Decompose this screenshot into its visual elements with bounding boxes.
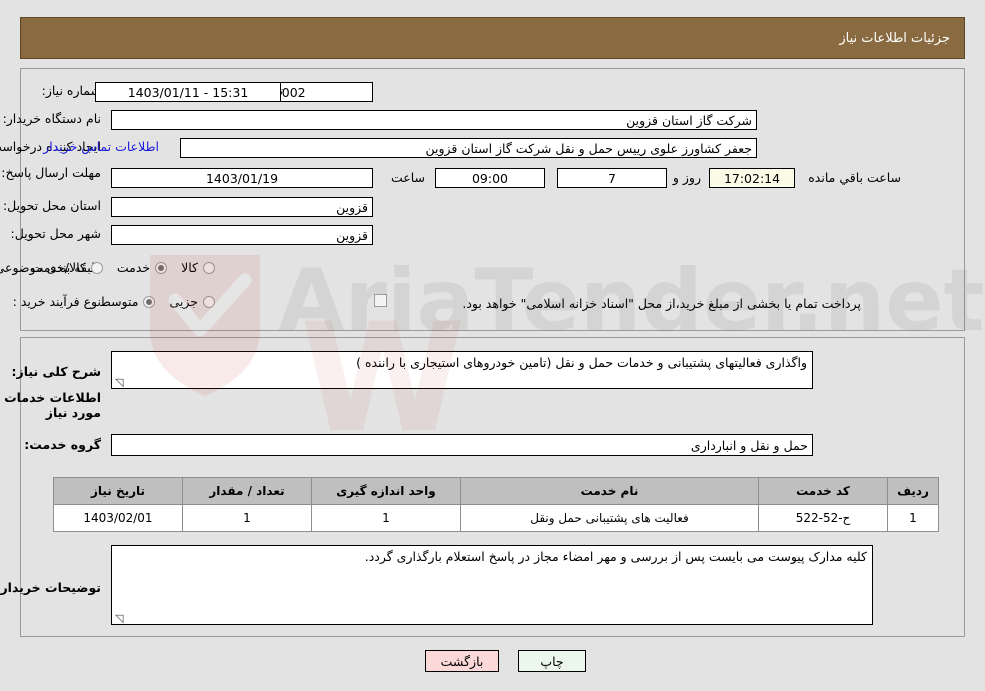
th-unit: واحد اندازه گیری (311, 477, 461, 505)
buyer-contact-link-wrap[interactable]: اطلاعات تماس خریدار (43, 139, 159, 154)
cell-service-name: فعالیت های پشتیبانی حمل ونقل (460, 504, 759, 532)
page-header: جزئیات اطلاعات نیاز (20, 17, 965, 59)
th-service-code: کد خدمت (758, 477, 888, 505)
process-radio-0[interactable] (203, 295, 215, 308)
process-radio-group[interactable]: جزیی متوسط (85, 294, 215, 309)
city-value: قزوین (111, 225, 373, 245)
table-row: 1 ح-52-522 فعالیت های پشتیبانی حمل ونقل … (53, 504, 939, 532)
buyer-notes-value: کلیه مدارک پیوست می بایست پس از بررسی و … (364, 549, 867, 564)
countdown-label-wrap: ساعت باقي مانده (808, 170, 901, 185)
process-option-1[interactable]: متوسط (85, 294, 156, 309)
category-option-1[interactable]: خدمت (103, 260, 168, 275)
deadline-label: مهلت ارسال پاسخ: تا تاریخ: (0, 165, 101, 180)
general-desc-value: واگذاری فعالیتهای پشتیبانی و خدمات حمل و… (356, 355, 807, 370)
cell-row-no: 1 (887, 504, 939, 532)
category-label-1: خدمت (116, 260, 151, 275)
buyer-contact-link[interactable]: اطلاعات تماس خریدار (43, 139, 159, 154)
service-group-label: گروه خدمت: (24, 437, 101, 452)
category-radio-2[interactable] (90, 261, 103, 274)
category-label-2: کالا/خدمت (31, 260, 86, 275)
buyer-org-value: شرکت گاز استان قزوین (111, 110, 757, 130)
public-announce-value: 15:31 - 1403/01/11 (95, 82, 281, 102)
th-quantity: تعداد / مقدار (182, 477, 312, 505)
province-label: استان محل تحویل: (2, 198, 101, 213)
page-root: جزئیات اطلاعات نیاز شماره نیاز: 11030913… (0, 0, 985, 691)
resize-grip-icon[interactable]: ◸ (115, 612, 123, 624)
province-label-wrap: استان محل تحویل: (3, 198, 101, 213)
services-section-title: اطلاعات خدمات مورد نیاز (4, 390, 101, 420)
hour-label: ساعت (390, 170, 425, 185)
services-table: ردیف کد خدمت نام خدمت واحد اندازه گیری ت… (53, 477, 939, 532)
cell-unit: 1 (311, 504, 461, 532)
process-label-0: جزیی (169, 294, 198, 309)
buyer-notes-label: توضیحات خریدار: (0, 580, 101, 595)
back-button[interactable]: بازگشت (425, 650, 499, 672)
category-radio-group[interactable]: کالا خدمت کالا/خدمت (17, 260, 215, 275)
cell-need-date: 1403/02/01 (53, 504, 183, 532)
province-value: قزوین (111, 197, 373, 217)
general-desc-label-wrap: شرح کلی نیاز: (12, 364, 101, 379)
category-option-2[interactable]: کالا/خدمت (17, 260, 103, 275)
category-radio-1[interactable] (155, 261, 168, 274)
hour-value: 09:00 (435, 168, 545, 188)
resize-grip-icon[interactable]: ◸ (115, 376, 123, 388)
creator-value: جعفر کشاورز علوی رییس حمل و نقل شرکت گاز… (180, 138, 757, 158)
general-desc-label: شرح کلی نیاز: (11, 364, 101, 379)
process-label-1: متوسط (99, 294, 139, 309)
buyer-notes-textarea[interactable]: کلیه مدارک پیوست می بایست پس از بررسی و … (111, 545, 873, 625)
category-option-0[interactable]: کالا (167, 260, 215, 275)
buyer-org-label: نام دستگاه خریدار: (2, 111, 101, 126)
th-service-name: نام خدمت (460, 477, 759, 505)
service-group-label-wrap: گروه خدمت: (24, 437, 101, 452)
countdown-timer: 17:02:14 (709, 168, 795, 188)
treasury-checkbox-wrap[interactable] (374, 294, 387, 307)
days-label-wrap: روز و (673, 170, 701, 185)
days-label: روز و (672, 170, 701, 185)
category-radio-0[interactable] (203, 261, 215, 274)
countdown-label: ساعت باقي مانده (808, 170, 901, 185)
treasury-checkbox[interactable] (374, 294, 387, 307)
treasury-text: پرداخت تمام یا بخشی از مبلغ خرید،از محل … (462, 296, 861, 311)
process-radio-1[interactable] (143, 295, 156, 308)
city-label: شهر محل تحویل: (10, 226, 101, 241)
cell-service-code: ح-52-522 (758, 504, 888, 532)
th-row-no: ردیف (887, 477, 939, 505)
service-group-value: حمل و نقل و انبارداری (111, 434, 813, 456)
treasury-text-wrap: پرداخت تمام یا بخشی از مبلغ خرید،از محل … (462, 296, 861, 311)
print-button[interactable]: چاپ (518, 650, 586, 672)
hour-label-wrap: ساعت (391, 170, 425, 185)
city-label-wrap: شهر محل تحویل: (11, 226, 101, 241)
process-option-0[interactable]: جزیی (155, 294, 215, 309)
category-label-0: کالا (181, 260, 198, 275)
deadline-date-value: 1403/01/19 (111, 168, 373, 188)
page-title: جزئیات اطلاعات نیاز (839, 30, 950, 46)
need-number-label: شماره نیاز: (41, 83, 101, 98)
cell-quantity: 1 (182, 504, 312, 532)
th-need-date: تاریخ نیاز (53, 477, 183, 505)
table-header-row: ردیف کد خدمت نام خدمت واحد اندازه گیری ت… (53, 477, 939, 505)
general-desc-textarea[interactable]: واگذاری فعالیتهای پشتیبانی و خدمات حمل و… (111, 351, 813, 389)
buyer-org-label-wrap: نام دستگاه خریدار: (3, 111, 101, 126)
buyer-notes-label-wrap: توضیحات خریدار: (0, 580, 101, 595)
need-number-label-wrap: شماره نیاز: (42, 83, 101, 98)
days-value: 7 (557, 168, 667, 188)
